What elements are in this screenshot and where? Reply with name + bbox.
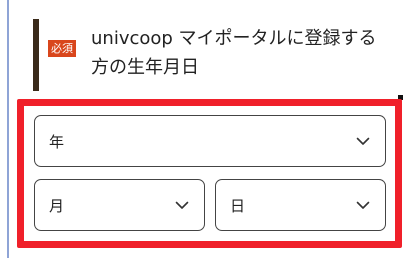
section-left-rule xyxy=(7,0,9,258)
birthdate-form-section: 必須 univcoop マイポータルに登録する方の生年月日 年 月 日 xyxy=(0,0,405,258)
chevron-down-icon xyxy=(175,201,189,209)
month-select-value: 月 xyxy=(49,197,65,215)
question-accent-bar xyxy=(33,19,39,91)
chevron-down-icon xyxy=(356,137,370,145)
question-label: univcoop マイポータルに登録する方の生年月日 xyxy=(91,28,377,78)
month-select[interactable]: 月 xyxy=(34,179,205,231)
chevron-down-icon xyxy=(356,201,370,209)
year-select[interactable]: 年 xyxy=(34,115,386,167)
required-badge: 必須 xyxy=(48,40,76,57)
day-select-value: 日 xyxy=(230,197,246,215)
year-select-value: 年 xyxy=(49,133,65,151)
day-select[interactable]: 日 xyxy=(215,179,386,231)
question-header: 必須 univcoop マイポータルに登録する方の生年月日 xyxy=(33,18,383,92)
